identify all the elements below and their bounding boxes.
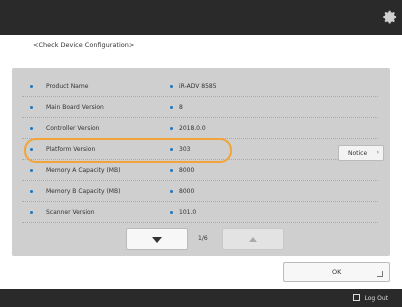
ok-button[interactable]: OK [283, 262, 390, 282]
bullet-icon [30, 127, 33, 130]
list-item: Controller Version 2018.0.0 [22, 118, 378, 139]
list-item: Main Board Version 8 [22, 97, 378, 118]
notice-button-label: Notice [348, 150, 368, 157]
item-value: 8 [179, 104, 183, 111]
highlight-outline [24, 138, 232, 163]
bullet-icon [30, 85, 33, 88]
page-indicator: 1/6 [198, 235, 208, 242]
bullet-icon [30, 169, 33, 172]
item-value: 8000 [179, 188, 195, 195]
item-label: Memory B Capacity (MB) [46, 188, 121, 195]
logout-icon [353, 294, 361, 301]
item-label: Scanner Version [46, 209, 95, 216]
bullet-icon [30, 106, 33, 109]
chevron-right-icon: › [376, 149, 379, 156]
item-value: 8000 [179, 167, 195, 174]
page-up-button[interactable] [222, 228, 284, 250]
logout-label: Log Out [364, 295, 388, 302]
ok-button-label: OK [332, 268, 342, 276]
list-item: Memory A Capacity (MB) 8000 [22, 160, 378, 181]
item-label: Controller Version [46, 125, 100, 132]
page-title: <Check Device Configuration> [33, 41, 135, 49]
status-bar: Log Out [0, 289, 402, 307]
item-value: 2018.0.0 [179, 125, 206, 132]
gear-icon[interactable] [380, 8, 398, 26]
item-label: Product Name [46, 83, 89, 90]
top-bar [0, 0, 402, 35]
bullet-icon [170, 106, 173, 109]
triangle-up-icon [249, 237, 257, 242]
list-item: Product Name iR-ADV 8585 [22, 76, 378, 97]
item-value: 101.0 [179, 209, 197, 216]
list-item: Memory B Capacity (MB) 8000 [22, 181, 378, 202]
item-label: Memory A Capacity (MB) [46, 167, 121, 174]
bullet-icon [30, 190, 33, 193]
triangle-down-icon [152, 237, 162, 243]
bullet-icon [30, 211, 33, 214]
item-label: Main Board Version [46, 104, 104, 111]
bullet-icon [170, 211, 173, 214]
bullet-icon [170, 127, 173, 130]
page-down-button[interactable] [126, 228, 188, 250]
bullet-icon [170, 169, 173, 172]
logout-button[interactable]: Log Out [353, 294, 388, 302]
list-item: Scanner Version 101.0 [22, 202, 378, 223]
notice-button[interactable]: Notice › [338, 145, 384, 161]
bullet-icon [170, 85, 173, 88]
bullet-icon [170, 190, 173, 193]
item-value: iR-ADV 8585 [179, 83, 217, 90]
corner-mark-icon [377, 271, 383, 277]
